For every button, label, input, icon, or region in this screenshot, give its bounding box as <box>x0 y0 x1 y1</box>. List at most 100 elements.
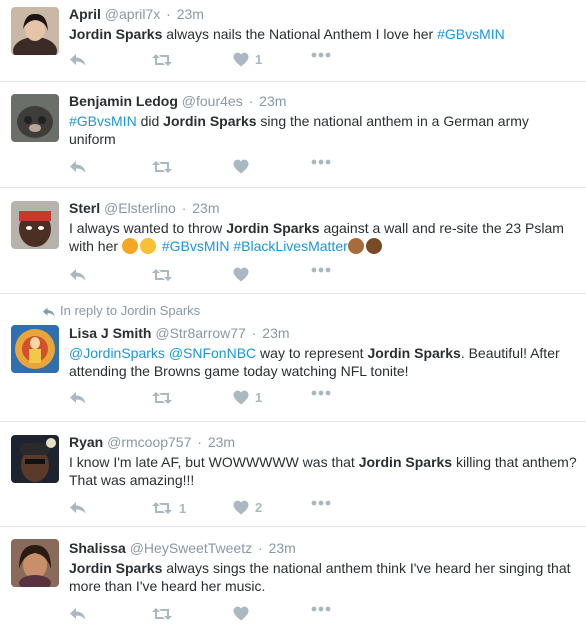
timestamp[interactable]: 23m <box>259 93 286 109</box>
reply-icon <box>69 500 87 516</box>
avatar[interactable] <box>11 7 59 55</box>
display-name[interactable]: Lisa J Smith <box>69 325 151 341</box>
text-segment: always nails the National Anthem I love … <box>162 26 438 42</box>
retweet-icon <box>151 606 173 622</box>
more-icon <box>311 500 331 506</box>
retweet-icon <box>151 267 173 283</box>
user-handle[interactable]: @HeySweetTweetz <box>130 540 252 556</box>
avatar[interactable] <box>11 435 59 483</box>
hashtag-link[interactable]: #GBvsMIN <box>437 26 505 42</box>
like-button[interactable] <box>233 606 249 621</box>
retweet-button[interactable] <box>151 390 179 406</box>
tweet-text: I always wanted to throw Jordin Sparks a… <box>69 219 578 255</box>
separator-dot: · <box>248 93 254 109</box>
tweet[interactable]: Shalissa @HeySweetTweetz · 23m Jordin Sp… <box>0 527 586 621</box>
reply-context-label: In reply to Jordin Sparks <box>60 303 201 318</box>
timestamp[interactable]: 23m <box>192 200 219 216</box>
retweet-button[interactable] <box>151 606 173 622</box>
like-button[interactable] <box>233 267 255 282</box>
display-name[interactable]: Sterl <box>69 200 100 216</box>
retweet-button[interactable] <box>151 159 179 175</box>
display-name[interactable]: Benjamin Ledog <box>69 93 178 109</box>
text-segment: I know I'm late AF, but WOWWWWW was that <box>69 454 359 470</box>
tweet-text: I know I'm late AF, but WOWWWWW was that… <box>69 453 578 489</box>
emoji-icon <box>139 238 156 254</box>
avatar[interactable] <box>11 94 59 142</box>
highlighted-term: Jordin Sparks <box>358 454 453 470</box>
text-segment: I always wanted to throw <box>69 220 227 236</box>
emoji-icon <box>347 238 364 254</box>
user-handle[interactable]: @four4es <box>182 93 243 109</box>
reply-button[interactable] <box>69 500 87 516</box>
tweet-text: @JordinSparks @SNFonNBC way to represent… <box>69 344 578 380</box>
more-button[interactable] <box>311 159 331 165</box>
display-name[interactable]: April <box>69 6 101 22</box>
avatar[interactable] <box>11 325 59 373</box>
like-button[interactable]: 1 <box>233 52 262 67</box>
tweet[interactable]: Sterl @Elsterlino · 23m I always wanted … <box>0 188 586 294</box>
reply-button[interactable] <box>69 52 87 68</box>
timestamp[interactable]: 23m <box>262 325 289 341</box>
separator-dot: · <box>251 325 257 341</box>
more-icon <box>311 159 331 165</box>
reply-icon <box>69 390 87 406</box>
avatar[interactable] <box>11 201 59 249</box>
like-button[interactable] <box>233 159 255 174</box>
tweet-actions <box>69 606 578 628</box>
retweet-button[interactable] <box>151 267 179 283</box>
user-handle[interactable]: @april7x <box>105 6 160 22</box>
avatar[interactable] <box>11 539 59 587</box>
more-button[interactable] <box>311 390 331 396</box>
hashtag-link[interactable]: #GBvsMIN <box>69 113 137 129</box>
tweet-header: Benjamin Ledog @four4es · 23m <box>69 92 578 110</box>
more-icon <box>311 390 331 396</box>
tweet-text: Jordin Sparks always nails the National … <box>69 25 578 43</box>
hashtag-link[interactable]: #GBvsMIN <box>162 238 230 254</box>
hashtag-link[interactable]: #BlackLivesMatter <box>233 238 347 254</box>
mention-link[interactable]: @SNFonNBC <box>169 345 256 361</box>
user-handle[interactable]: @Elsterlino <box>104 200 176 216</box>
mention-link[interactable]: @JordinSparks <box>69 345 165 361</box>
highlighted-term: Jordin Sparks <box>367 345 461 361</box>
more-button[interactable] <box>311 267 331 273</box>
reply-button[interactable] <box>69 606 87 622</box>
tweet[interactable]: Ryan @rmcoop757 · 23m I know I'm late AF… <box>0 422 586 527</box>
timestamp[interactable]: 23m <box>269 540 296 556</box>
tweet-text: #GBvsMIN did Jordin Sparks sing the nati… <box>69 112 578 148</box>
reply-button[interactable] <box>69 159 87 175</box>
retweet-icon <box>151 390 173 406</box>
user-handle[interactable]: @Str8arrow77 <box>155 325 245 341</box>
like-count: 1 <box>255 52 263 67</box>
heart-icon <box>233 390 249 405</box>
heart-icon <box>233 159 249 174</box>
like-button[interactable]: 2 <box>233 500 262 515</box>
tweet[interactable]: In reply to Jordin Sparks Lisa J Smith @… <box>0 294 586 422</box>
text-segment: way to represent <box>256 345 368 361</box>
reply-arrow-icon <box>42 303 60 318</box>
timestamp[interactable]: 23m <box>208 434 235 450</box>
retweet-icon <box>151 52 173 68</box>
emoji-icon <box>365 238 382 254</box>
display-name[interactable]: Shalissa <box>69 540 126 556</box>
more-button[interactable] <box>311 606 331 612</box>
tweet[interactable]: April @april7x · 23m Jordin Sparks alway… <box>0 0 586 82</box>
tweet-header: Lisa J Smith @Str8arrow77 · 23m <box>69 324 578 342</box>
separator-dot: · <box>166 6 171 22</box>
reply-button[interactable] <box>69 390 87 406</box>
like-button[interactable]: 1 <box>233 390 262 405</box>
tweet-text: Jordin Sparks always sings the national … <box>69 559 578 595</box>
tweet[interactable]: Benjamin Ledog @four4es · 23m #GBvsMIN d… <box>0 82 586 188</box>
retweet-button[interactable] <box>151 52 179 68</box>
tweet-actions: 1 2 <box>69 500 578 522</box>
retweet-button[interactable]: 1 <box>151 500 186 516</box>
display-name[interactable]: Ryan <box>69 434 103 450</box>
more-button[interactable] <box>311 500 331 506</box>
reply-icon <box>69 52 87 68</box>
user-handle[interactable]: @rmcoop757 <box>107 434 191 450</box>
like-count: 2 <box>255 500 263 515</box>
highlighted-term: Jordin Sparks <box>163 113 257 129</box>
more-button[interactable] <box>311 52 331 58</box>
reply-context[interactable]: In reply to Jordin Sparks <box>42 303 578 319</box>
reply-button[interactable] <box>69 267 87 283</box>
timestamp[interactable]: 23m <box>177 6 204 22</box>
